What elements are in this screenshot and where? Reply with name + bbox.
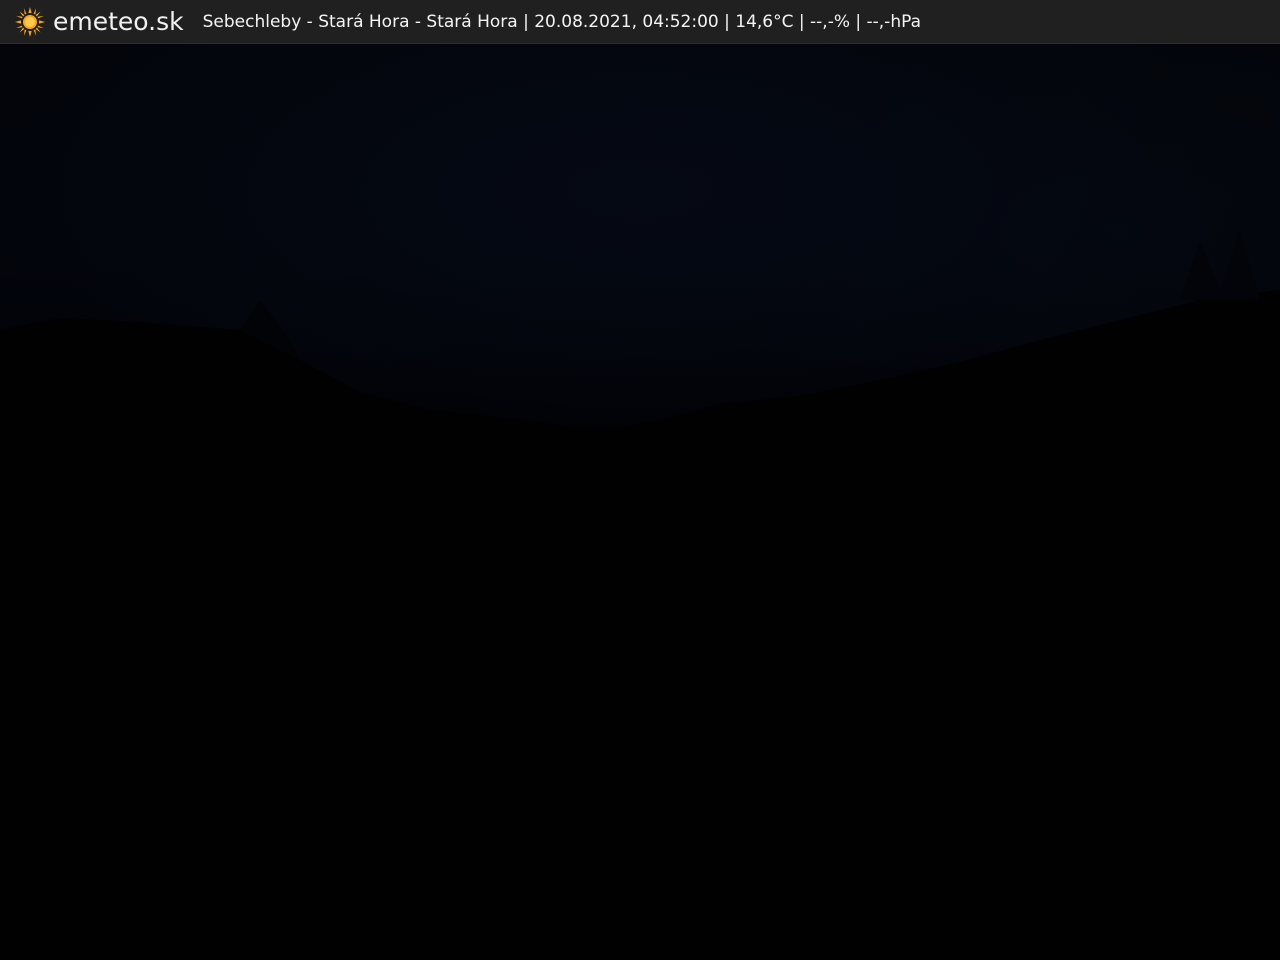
webcam-image [0,0,1280,960]
night-landscape [0,230,1280,960]
sun-icon [15,6,45,37]
tree-silhouette [1180,230,1260,300]
webcam-info-bar: emeteo.sk Sebechleby - Stará Hora - Star… [0,0,1280,44]
station-caption: Sebechleby - Stará Hora - Stará Hora | 2… [202,11,922,32]
horizon-silhouette [0,290,1280,960]
emeteo-logo[interactable]: emeteo.sk [14,0,184,44]
brand-name: emeteo.sk [53,6,184,36]
